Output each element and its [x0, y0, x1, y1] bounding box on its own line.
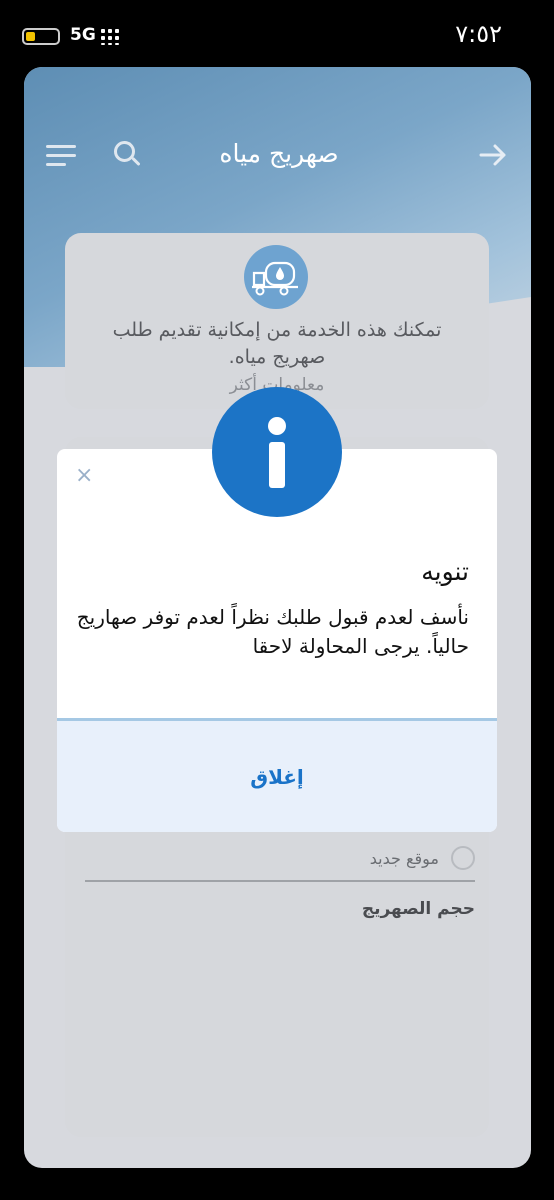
water-truck-icon: [244, 245, 308, 309]
close-icon[interactable]: ×: [75, 463, 93, 488]
network-type: 5G: [70, 25, 96, 45]
signal-icon: [101, 29, 125, 45]
info-icon: [212, 387, 342, 517]
divider: [85, 880, 475, 882]
tank-size-label: حجم الصهريج: [361, 899, 475, 919]
close-button[interactable]: إغلاق: [57, 721, 497, 832]
status-time: ٧:٥٢: [455, 20, 502, 48]
service-info-card: تمكنك هذه الخدمة من إمكانية تقديم طلب صه…: [65, 233, 489, 409]
new-location-option[interactable]: موقع جديد: [370, 844, 475, 872]
search-icon[interactable]: [114, 141, 142, 169]
dialog-footer: إغلاق: [57, 721, 497, 832]
back-arrow-icon[interactable]: [479, 143, 507, 167]
page-title: صهريج مياه: [219, 139, 339, 168]
dialog-title: تنويه: [421, 557, 469, 586]
app-header: صهريج مياه: [24, 127, 531, 187]
status-bar: 5G ٧:٥٢: [0, 0, 554, 62]
menu-icon[interactable]: [46, 145, 76, 167]
service-description: تمكنك هذه الخدمة من إمكانية تقديم طلب صه…: [112, 319, 442, 368]
battery-icon: [22, 28, 60, 45]
new-location-label: موقع جديد: [369, 848, 439, 868]
dialog-message: نأسف لعدم قبول طلبك نظراً لعدم توفر صهار…: [76, 605, 469, 658]
new-location-radio[interactable]: [451, 846, 475, 870]
